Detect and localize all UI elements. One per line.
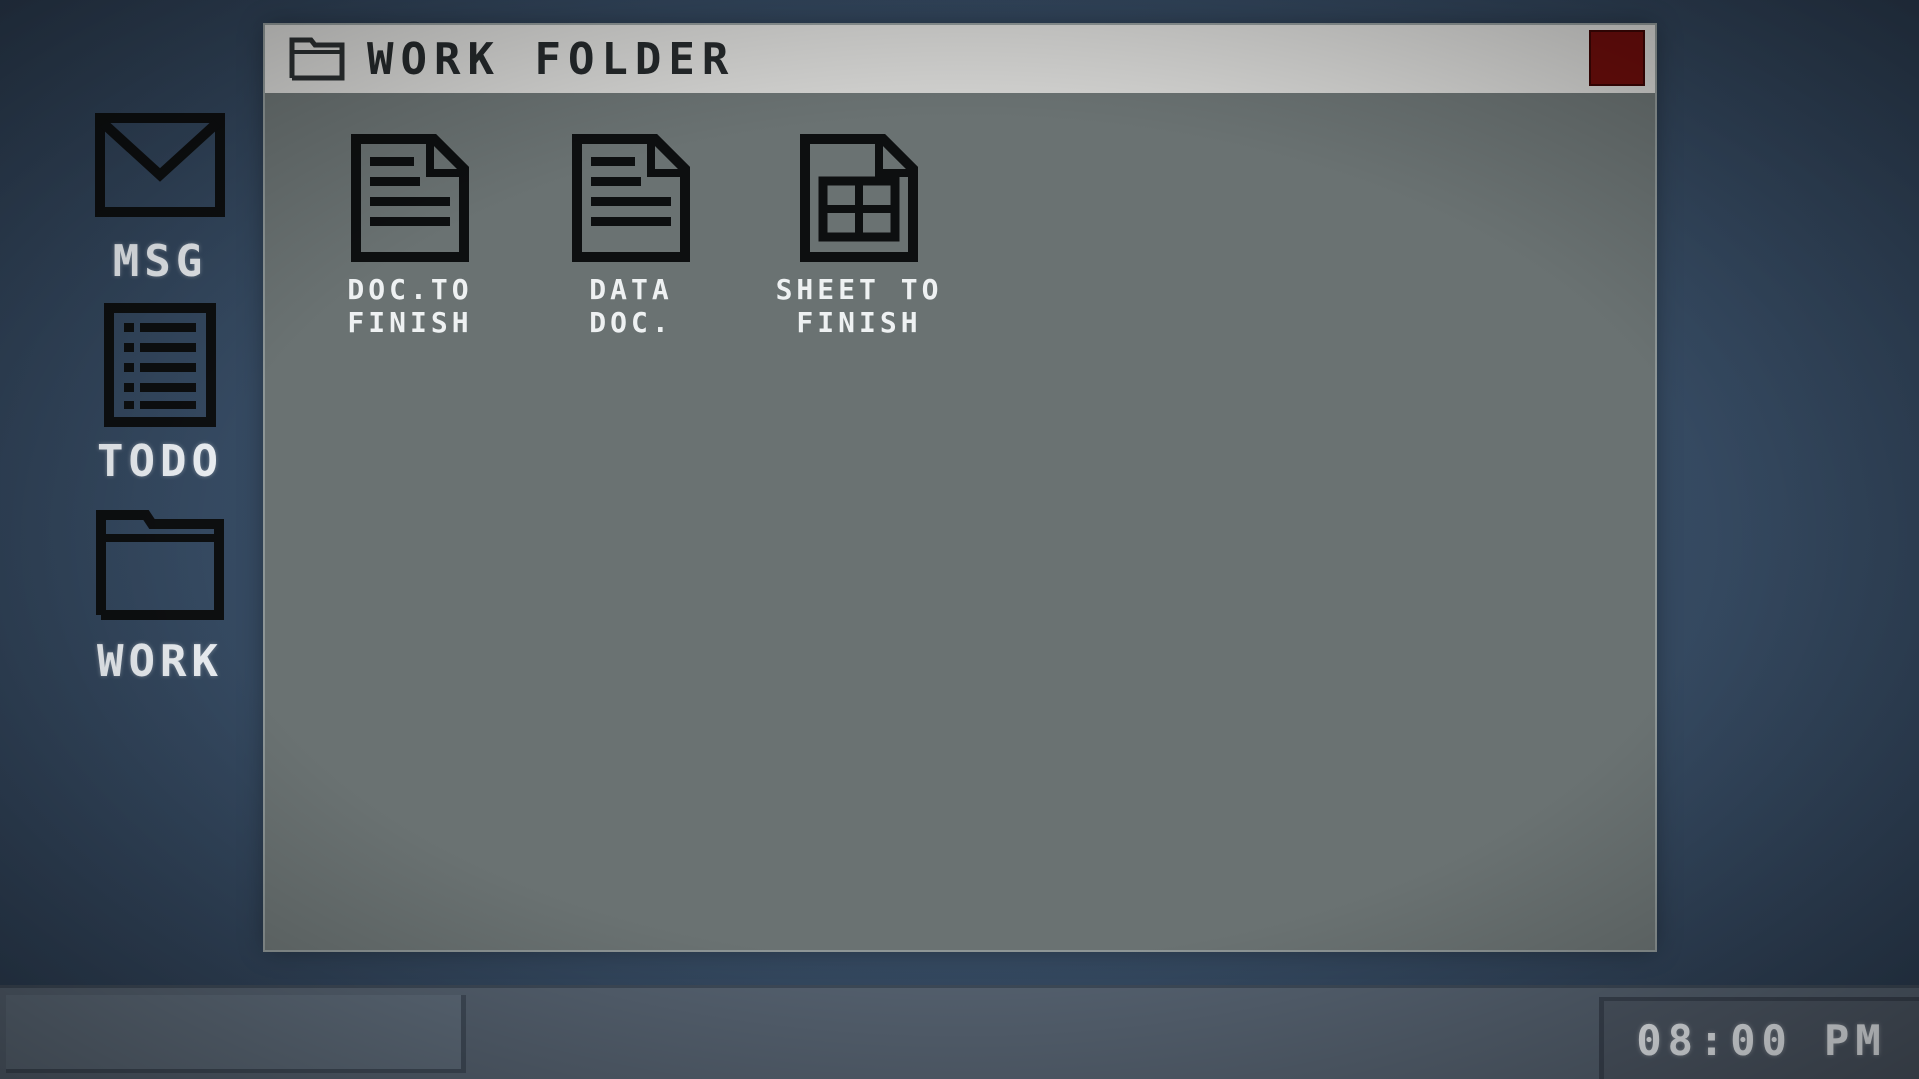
file-data-doc[interactable]: DATA DOC.	[521, 133, 741, 339]
file-sheet-to-finish[interactable]: SHEET TO FINISH	[749, 133, 969, 339]
window-title: WORK FOLDER	[367, 33, 736, 85]
taskbar: 08:00 PM	[0, 985, 1919, 1079]
clock-text: 08:00 PM	[1636, 1015, 1887, 1065]
work-folder-window: WORK FOLDER DOC.TO FINISH DATA DOC. SHEE…	[265, 25, 1655, 950]
file-label: SHEET TO FINISH	[775, 273, 943, 339]
file-doc-to-finish[interactable]: DOC.TO FINISH	[300, 133, 520, 339]
close-button[interactable]	[1589, 30, 1645, 86]
window-titlebar[interactable]: WORK FOLDER	[265, 25, 1655, 93]
desktop-icon-todo[interactable]: TODO	[80, 300, 240, 487]
spreadsheet-icon	[800, 134, 918, 262]
desktop-icon-label: MSG	[112, 236, 208, 287]
list-icon	[92, 300, 228, 430]
file-label: DATA DOC.	[589, 273, 673, 339]
desktop-icon-msg[interactable]: MSG	[80, 100, 240, 287]
desktop-icon-work[interactable]: WORK	[80, 500, 240, 687]
taskbar-clock: 08:00 PM	[1599, 997, 1919, 1079]
desktop-icon-label: TODO	[97, 436, 223, 487]
taskbar-button[interactable]	[6, 995, 466, 1073]
folder-icon	[92, 500, 228, 630]
desktop-icon-label: WORK	[97, 636, 223, 687]
document-icon	[572, 134, 690, 262]
folder-icon	[289, 37, 345, 81]
file-label: DOC.TO FINISH	[347, 273, 473, 339]
desktop: MSG TODO WORK WORK FOLDER DOC.TO FINISH …	[0, 0, 1919, 1079]
envelope-icon	[92, 100, 228, 230]
document-icon	[351, 134, 469, 262]
